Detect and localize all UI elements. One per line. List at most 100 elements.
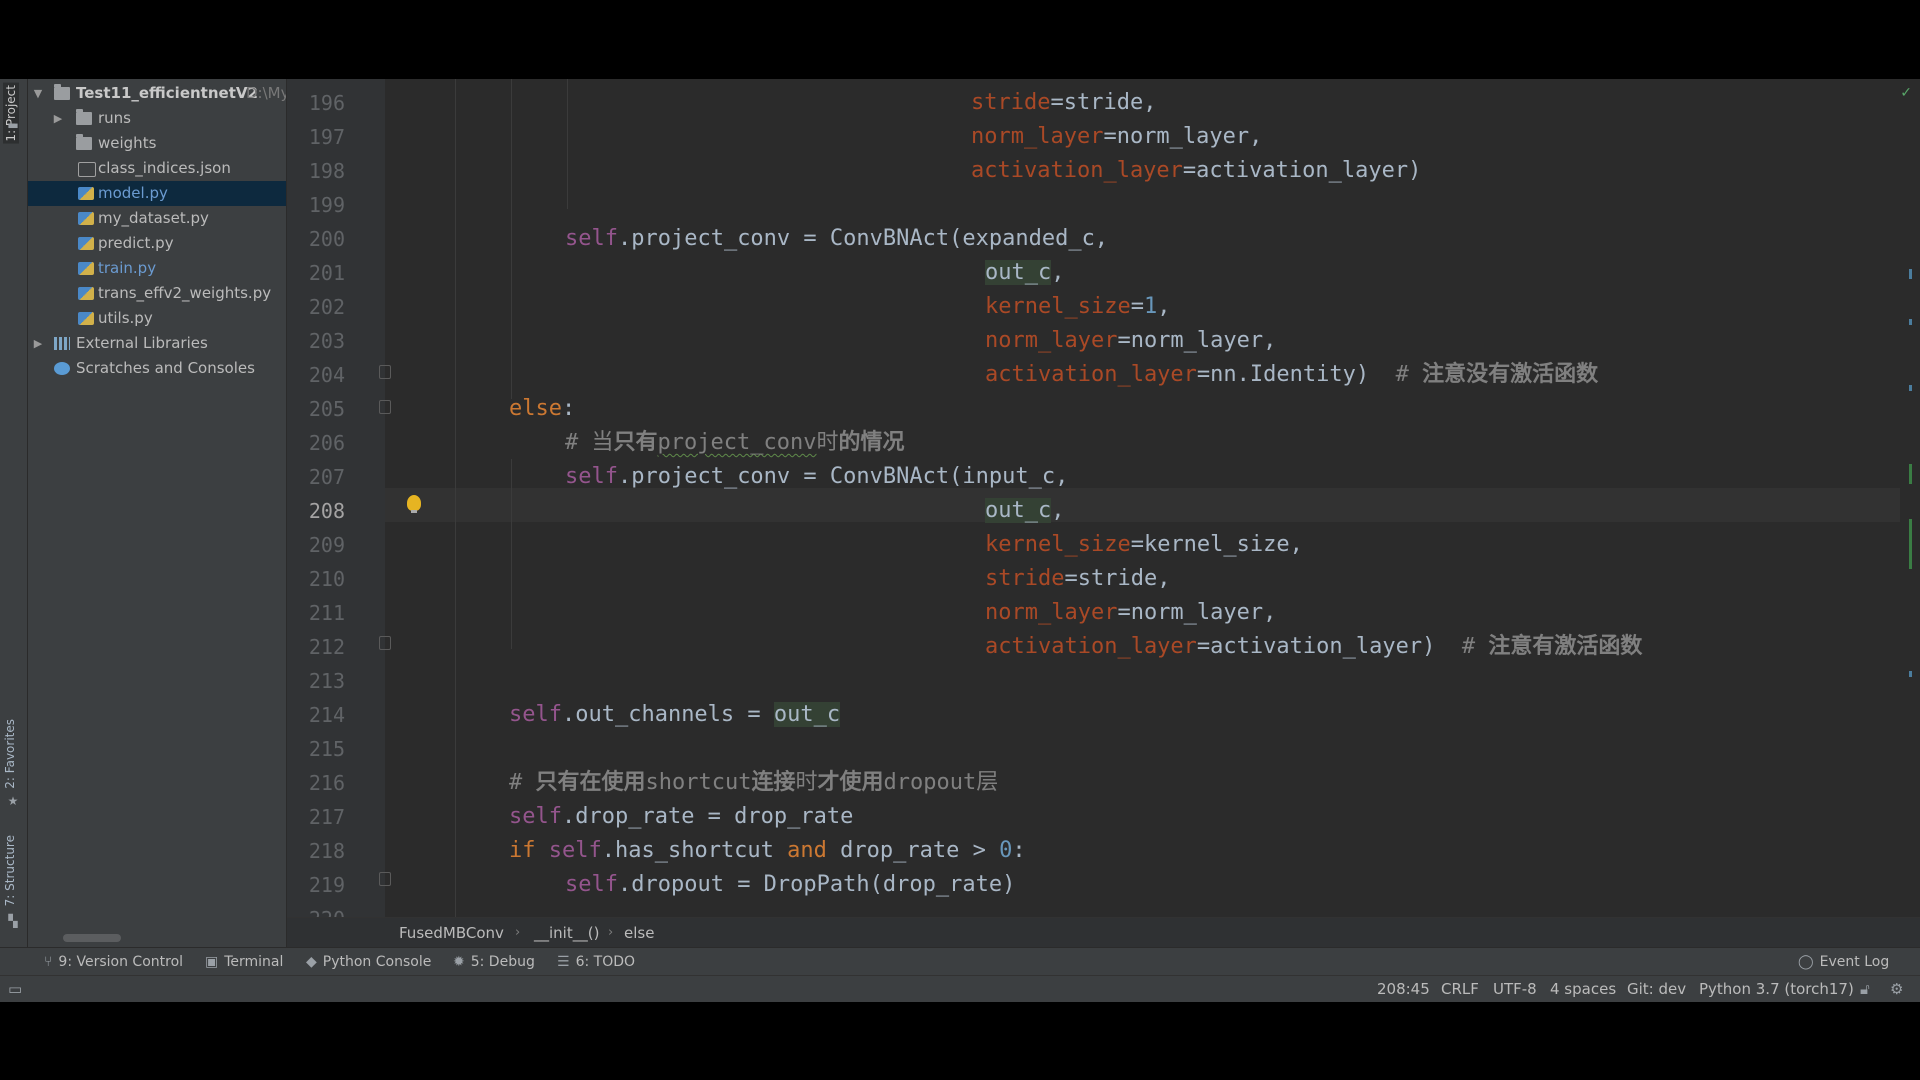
breadcrumb-item-class[interactable]: FusedMBConv — [399, 918, 504, 948]
token: =stride, — [1050, 90, 1157, 115]
fold-marker-icon[interactable] — [379, 365, 391, 379]
token: .dropout = DropPath(drop_rate) — [617, 872, 1016, 897]
tool-window-bar: ⑂ 9: Version Control ▣ Terminal ◆ Python Co… — [0, 947, 1920, 976]
list-icon: ☰ — [557, 954, 570, 970]
file-encoding[interactable]: UTF-8 — [1493, 976, 1537, 1002]
token: self — [548, 838, 602, 863]
tree-item-model[interactable]: model.py — [28, 181, 286, 206]
indent-guide — [511, 79, 512, 399]
python-console-button[interactable]: ◆ Python Console — [306, 948, 431, 976]
tree-item-runs[interactable]: ▶ runs — [28, 106, 286, 131]
code-line-210: stride=stride, — [985, 562, 1170, 596]
tree-item-train[interactable]: train.py — [28, 256, 286, 281]
tree-item-trans-effv2-weights[interactable]: trans_effv2_weights.py — [28, 281, 286, 306]
folder-icon — [54, 84, 70, 100]
tree-item-label: trans_effv2_weights.py — [98, 284, 272, 302]
line-separator[interactable]: CRLF — [1441, 976, 1479, 1002]
indent-guide — [455, 79, 456, 917]
token: out_c — [985, 260, 1052, 285]
line-number: 203 — [308, 329, 345, 353]
code-line-214: self.out_channels = out_c — [509, 698, 841, 732]
chevron-down-icon[interactable]: ▼ — [32, 81, 44, 106]
marker-stripe[interactable] — [1909, 519, 1912, 569]
tab-structure[interactable]: 7: Structure — [3, 835, 17, 906]
breadcrumb: FusedMBConv › __init__() › else — [287, 917, 1920, 948]
branch-icon: ⑂ — [44, 954, 53, 970]
todo-button[interactable]: ☰ 6: TODO — [557, 948, 635, 976]
python-interpreter[interactable]: Python 3.7 (torch17) — [1699, 976, 1854, 1002]
lock-icon[interactable]: 🔓︎ — [1860, 976, 1870, 1002]
line-number-current: 208 — [308, 499, 345, 523]
terminal-icon: ▣ — [205, 954, 219, 970]
fold-marker-icon[interactable] — [379, 636, 391, 650]
tree-item-label: Scratches and Consoles — [76, 359, 255, 377]
tree-item-utils[interactable]: utils.py — [28, 306, 286, 331]
marker-stripe[interactable] — [1909, 385, 1912, 391]
breadcrumb-item-method[interactable]: __init__() — [534, 918, 599, 948]
tool-window-label: 9: Version Control — [58, 954, 184, 970]
inspector-icon[interactable]: ⚙ — [1890, 976, 1903, 1002]
tree-item-weights[interactable]: weights — [28, 131, 286, 156]
token: # 当 — [565, 430, 614, 455]
python-icon: ◆ — [306, 954, 317, 970]
python-file-icon — [78, 262, 94, 275]
tree-item-scratches[interactable]: Scratches and Consoles — [28, 356, 286, 381]
code-line-205: else: — [509, 392, 575, 426]
tree-root[interactable]: ▼ Test11_efficientnetV2 D:\My — [28, 81, 286, 106]
marker-stripe[interactable] — [1909, 319, 1912, 325]
debug-button[interactable]: ✹ 5: Debug — [453, 948, 535, 976]
indent-setting[interactable]: 4 spaces — [1550, 976, 1616, 1002]
code-line-206: # 当只有project_conv时的情况 — [565, 426, 905, 460]
token: =nn.Identity) — [1196, 362, 1396, 387]
code-editor[interactable]: 196 197 198 199 200 201 202 203 204 205 … — [287, 79, 1920, 917]
code-line-196: stride=stride, — [971, 86, 1156, 120]
token: self — [565, 226, 618, 251]
token: out_c — [985, 498, 1052, 523]
cursor-position[interactable]: 208:45 — [1377, 976, 1430, 1002]
fold-marker-icon[interactable] — [379, 400, 391, 414]
inspection-ok-icon[interactable]: ✓ — [1900, 85, 1912, 101]
toggle-tool-windows-icon[interactable]: ▭ — [8, 976, 22, 1002]
line-number: 215 — [308, 737, 345, 761]
token: = — [1130, 294, 1144, 319]
code-line-202: kernel_size=1, — [985, 290, 1170, 324]
terminal-button[interactable]: ▣ Terminal — [205, 948, 283, 976]
token: activation_layer — [985, 634, 1197, 659]
line-number: 199 — [308, 193, 345, 217]
version-control-button[interactable]: ⑂ 9: Version Control — [44, 948, 183, 976]
line-number: 213 — [308, 669, 345, 693]
library-icon — [54, 337, 70, 350]
tool-window-label: Terminal — [224, 954, 284, 970]
event-log-button[interactable]: ◯ Event Log — [1798, 948, 1889, 976]
tab-project[interactable]: 1: Project — [3, 83, 19, 144]
token: # — [1461, 634, 1489, 659]
chevron-right-icon[interactable]: ▶ — [32, 331, 44, 356]
token: 连接 — [751, 770, 796, 795]
code-line-216: # 只有在使用shortcut连接时才使用dropout层 — [509, 766, 998, 800]
marker-stripe[interactable] — [1909, 671, 1912, 677]
tree-item-label: model.py — [98, 184, 168, 202]
line-number: 214 — [308, 703, 345, 727]
fold-marker-icon[interactable] — [379, 872, 391, 886]
line-number: 211 — [308, 601, 345, 625]
breadcrumb-item-block[interactable]: else — [624, 918, 654, 948]
tree-item-predict[interactable]: predict.py — [28, 231, 286, 256]
line-number: 198 — [308, 159, 345, 183]
token: kernel_size — [985, 532, 1131, 557]
chevron-right-icon[interactable]: ▶ — [52, 106, 64, 131]
marker-stripe[interactable] — [1909, 464, 1912, 484]
token: =norm_layer, — [1103, 124, 1263, 149]
lightbulb-icon[interactable] — [407, 495, 421, 513]
tree-item-external-libraries[interactable]: ▶ External Libraries — [28, 331, 286, 356]
git-branch[interactable]: Git: dev — [1627, 976, 1686, 1002]
tree-horizontal-scrollbar[interactable] — [63, 934, 121, 942]
token: 才使用 — [817, 770, 884, 795]
marker-stripe[interactable] — [1909, 269, 1912, 279]
line-number: 202 — [308, 295, 345, 319]
tab-favorites[interactable]: 2: Favorites — [3, 719, 17, 789]
speech-bubble-icon: ◯ — [1798, 954, 1814, 970]
tree-item-my-dataset[interactable]: my_dataset.py — [28, 206, 286, 231]
tree-item-class-indices[interactable]: class_indices.json — [28, 156, 286, 181]
token: .drop_rate = drop_rate — [561, 804, 854, 829]
code-line-218: if self.has_shortcut and drop_rate > 0: — [509, 834, 1026, 868]
